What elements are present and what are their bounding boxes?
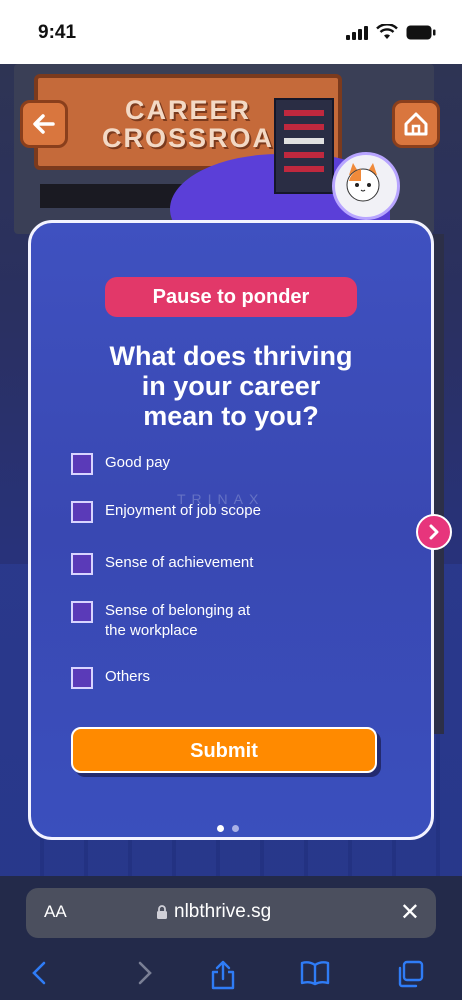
tabs-button[interactable] [396,960,424,992]
pause-to-ponder-badge: Pause to ponder [105,277,357,317]
option-others[interactable]: Others [71,667,150,689]
chevron-right-icon [138,961,152,985]
back-button[interactable] [20,100,68,148]
url-text: nlbthrive.sg [174,901,272,922]
option-sense-of-achievement[interactable]: Sense of achievement [71,553,253,575]
cat-character [332,152,400,220]
option-label: Others [105,668,151,685]
chevron-right-icon [429,524,439,540]
browser-chrome: AA nlbthrive.sg ✕ [0,876,462,1000]
status-time: 9:41 [38,22,77,43]
checkbox[interactable] [71,667,93,689]
option-label: Enjoyment of job scope [105,502,261,519]
option-sense-of-belonging[interactable]: Sense of belonging at the workplace [71,601,250,641]
tabs-icon [398,960,424,988]
back-nav-button[interactable] [30,960,48,990]
checkbox[interactable] [71,501,93,523]
battery-icon [406,25,436,39]
option-label: Sense of achievement [105,554,254,571]
checkbox[interactable] [71,553,93,575]
page-dot-inactive[interactable] [232,825,239,832]
home-icon [404,112,428,136]
option-label: Sense of belonging at the workplace [105,602,251,639]
browser-toolbar [0,956,462,996]
cellular-signal-icon [346,24,368,40]
wifi-icon [376,24,398,39]
book-icon [300,961,330,986]
home-button[interactable] [392,100,440,148]
lock-icon [157,904,167,919]
address-bar[interactable]: AA nlbthrive.sg ✕ [26,888,436,938]
share-button[interactable] [210,960,236,994]
next-page-button[interactable] [416,514,452,550]
question-heading: What does thriving in your career mean t… [109,341,353,431]
pagination-dots [217,825,239,832]
close-icon[interactable]: ✕ [400,898,420,927]
cat-face-icon [346,163,380,202]
option-enjoyment-of-job-scope[interactable]: Enjoyment of job scope [71,501,261,523]
submit-button[interactable]: Submit [71,727,377,773]
question-card: Pause to ponder What does thriving in yo… [28,220,434,840]
status-icons [346,24,436,40]
bookshelf [274,98,334,194]
option-label: Good pay [105,454,171,471]
chevron-left-icon [32,961,46,985]
status-bar: 9:41 [0,0,462,64]
option-good-pay[interactable]: Good pay [71,453,170,475]
url-display[interactable]: nlbthrive.sg [156,901,271,923]
checkbox[interactable] [71,601,93,623]
arrow-left-icon [33,114,55,134]
text-size-button[interactable]: AA [44,902,67,922]
page-dot-active[interactable] [217,825,224,832]
share-icon [211,960,235,990]
checkbox[interactable] [71,453,93,475]
bookmarks-button[interactable] [300,960,330,990]
forward-nav-button[interactable] [136,960,154,990]
